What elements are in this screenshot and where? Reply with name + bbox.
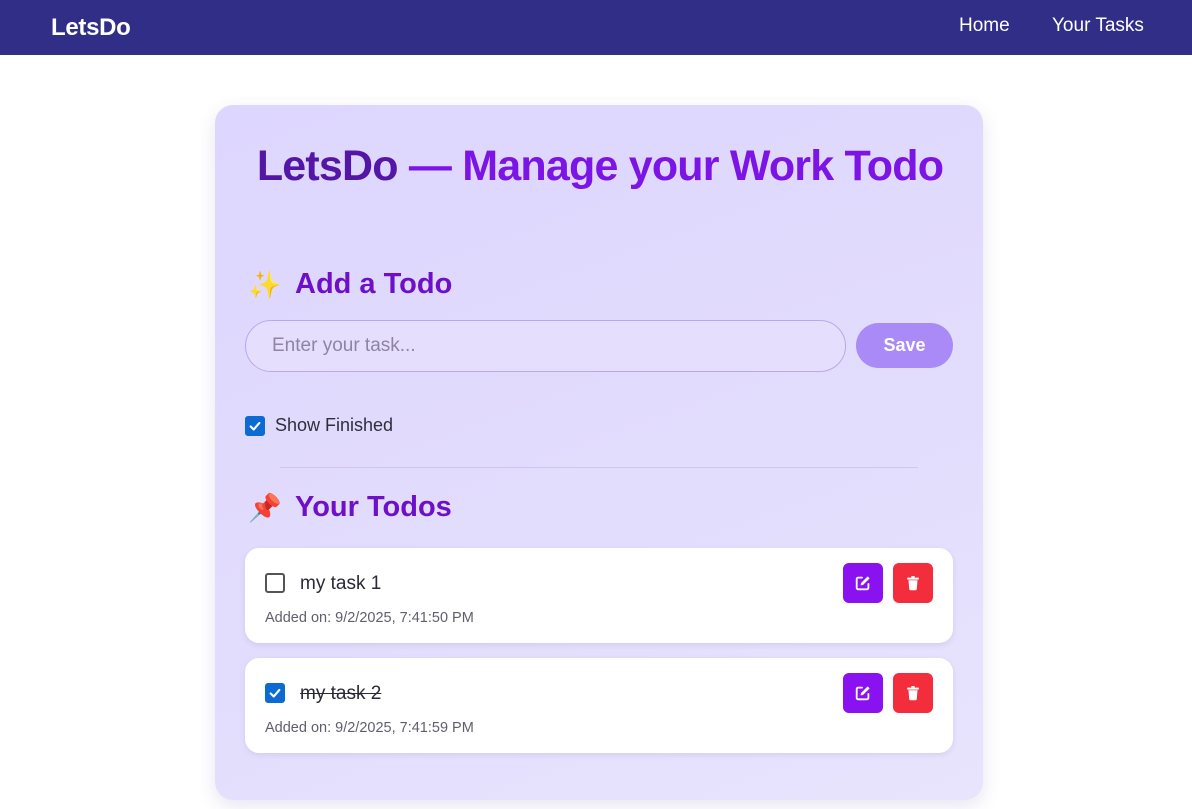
- delete-button[interactable]: [893, 673, 933, 713]
- pushpin-icon: 📌: [248, 492, 282, 523]
- edit-icon: [855, 576, 870, 591]
- title-rest: — Manage your Work Todo: [397, 142, 944, 190]
- brand-logo[interactable]: LetsDo: [51, 14, 131, 42]
- task-input[interactable]: [245, 320, 846, 372]
- todo-date: Added on: 9/2/2025, 7:41:50 PM: [265, 610, 474, 626]
- title-brand: LetsDo: [256, 142, 399, 190]
- show-finished-toggle[interactable]: Show Finished: [245, 415, 393, 436]
- delete-button[interactable]: [893, 563, 933, 603]
- todo-date: Added on: 9/2/2025, 7:41:59 PM: [265, 720, 474, 736]
- trash-icon: [907, 576, 919, 591]
- todo-text: my task 1: [300, 573, 382, 594]
- edit-icon: [855, 686, 870, 701]
- edit-button[interactable]: [843, 563, 883, 603]
- page-title: LetsDo — Manage your Work Todo: [255, 141, 945, 191]
- todo-checkbox[interactable]: [265, 573, 285, 593]
- checkmark-icon: [269, 688, 281, 698]
- your-todos-heading: 📌 Your Todos: [248, 491, 452, 524]
- trash-icon: [907, 686, 919, 701]
- add-todo-heading: ✨ Add a Todo: [248, 268, 452, 301]
- todo-checkbox[interactable]: [265, 683, 285, 703]
- add-todo-heading-text: Add a Todo: [295, 268, 453, 300]
- divider: [280, 467, 918, 468]
- todo-item: my task 1 Added on: 9/2/2025, 7:41:50 PM: [245, 548, 953, 643]
- checkmark-icon: [249, 421, 261, 431]
- todo-item: my task 2 Added on: 9/2/2025, 7:41:59 PM: [245, 658, 953, 753]
- todo-text: my task 2: [300, 683, 382, 704]
- show-finished-checkbox[interactable]: [245, 415, 265, 436]
- todo-card: LetsDo — Manage your Work Todo ✨ Add a T…: [215, 105, 983, 800]
- navbar: LetsDo Home Your Tasks: [0, 0, 1192, 55]
- nav-link-home[interactable]: Home: [959, 15, 1010, 37]
- sparkles-icon: ✨: [248, 269, 282, 300]
- nav-link-your-tasks[interactable]: Your Tasks: [1052, 15, 1144, 37]
- save-button[interactable]: Save: [856, 323, 953, 368]
- edit-button[interactable]: [843, 673, 883, 713]
- show-finished-label: Show Finished: [275, 415, 394, 435]
- your-todos-heading-text: Your Todos: [295, 491, 452, 523]
